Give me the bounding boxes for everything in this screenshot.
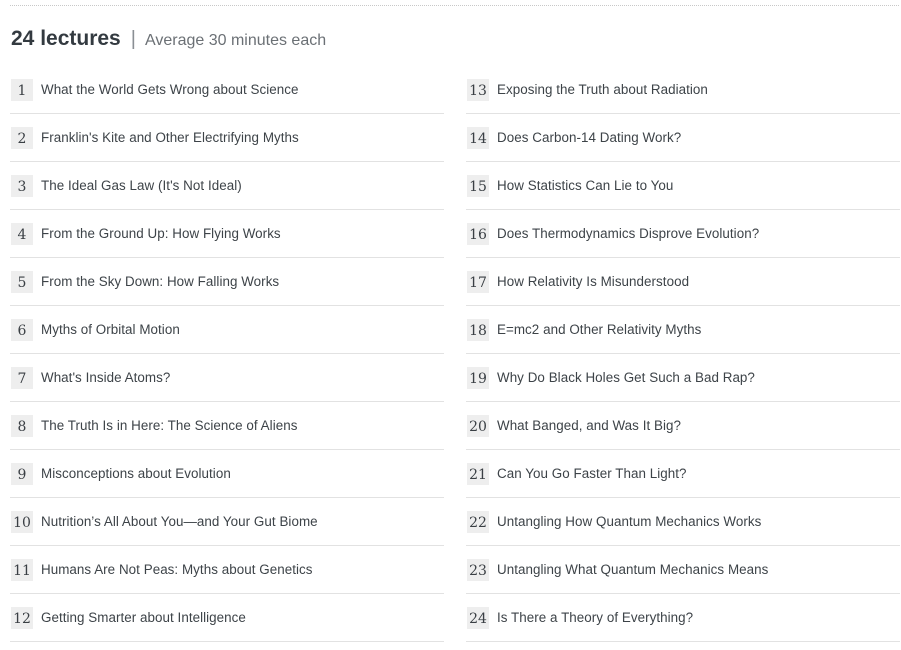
lecture-item[interactable]: 4 From the Ground Up: How Flying Works	[10, 210, 444, 258]
lecture-title[interactable]: What the World Gets Wrong about Science	[41, 82, 299, 97]
lecture-number: 8	[11, 414, 33, 437]
top-divider	[10, 5, 899, 6]
lecture-number: 22	[467, 510, 489, 533]
lecture-item[interactable]: 12 Getting Smarter about Intelligence	[10, 594, 444, 642]
course-summary-header: 24 lectures | Average 30 minutes each	[11, 27, 326, 55]
lecture-title[interactable]: From the Ground Up: How Flying Works	[41, 226, 281, 241]
lecture-title[interactable]: Why Do Black Holes Get Such a Bad Rap?	[497, 370, 755, 385]
lecture-title[interactable]: From the Sky Down: How Falling Works	[41, 274, 279, 289]
lecture-item[interactable]: 6 Myths of Orbital Motion	[10, 306, 444, 354]
lecture-title[interactable]: The Ideal Gas Law (It's Not Ideal)	[41, 178, 242, 193]
lecture-title[interactable]: How Relativity Is Misunderstood	[497, 274, 689, 289]
lecture-title[interactable]: Myths of Orbital Motion	[41, 322, 180, 337]
lecture-number: 13	[467, 78, 489, 101]
lecture-number: 14	[467, 126, 489, 149]
lecture-number: 19	[467, 366, 489, 389]
lecture-number: 23	[467, 558, 489, 581]
lecture-item[interactable]: 16 Does Thermodynamics Disprove Evolution…	[466, 210, 900, 258]
lecture-number: 12	[11, 606, 33, 629]
lecture-title[interactable]: Getting Smarter about Intelligence	[41, 610, 246, 625]
lecture-title[interactable]: Misconceptions about Evolution	[41, 466, 231, 481]
lecture-number: 17	[467, 270, 489, 293]
lecture-number: 5	[11, 270, 33, 293]
lecture-title[interactable]: Untangling What Quantum Mechanics Means	[497, 562, 768, 577]
lecture-item[interactable]: 15 How Statistics Can Lie to You	[466, 162, 900, 210]
lecture-item[interactable]: 19 Why Do Black Holes Get Such a Bad Rap?	[466, 354, 900, 402]
lecture-title[interactable]: Humans Are Not Peas: Myths about Genetic…	[41, 562, 312, 577]
lecture-title[interactable]: What Banged, and Was It Big?	[497, 418, 681, 433]
lecture-item[interactable]: 8 The Truth Is in Here: The Science of Al…	[10, 402, 444, 450]
lecture-title[interactable]: The Truth Is in Here: The Science of Ali…	[41, 418, 297, 433]
lecture-number: 20	[467, 414, 489, 437]
lecture-title[interactable]: Does Thermodynamics Disprove Evolution?	[497, 226, 759, 241]
lecture-number: 11	[11, 558, 33, 581]
lecture-item[interactable]: 18 E=mc2 and Other Relativity Myths	[466, 306, 900, 354]
lecture-item[interactable]: 22 Untangling How Quantum Mechanics Works	[466, 498, 900, 546]
lecture-title[interactable]: Nutrition’s All About You—and Your Gut B…	[41, 514, 318, 529]
lecture-number: 24	[467, 606, 489, 629]
lecture-number: 1	[11, 78, 33, 101]
lecture-title[interactable]: How Statistics Can Lie to You	[497, 178, 673, 193]
lecture-number: 4	[11, 222, 33, 245]
lecture-item[interactable]: 10 Nutrition’s All About You—and Your Gut…	[10, 498, 444, 546]
lecture-number: 6	[11, 318, 33, 341]
lecture-item[interactable]: 21 Can You Go Faster Than Light?	[466, 450, 900, 498]
lecture-item[interactable]: 3 The Ideal Gas Law (It's Not Ideal)	[10, 162, 444, 210]
lecture-number: 18	[467, 318, 489, 341]
lecture-number: 15	[467, 174, 489, 197]
lecture-number: 3	[11, 174, 33, 197]
lecture-title[interactable]: E=mc2 and Other Relativity Myths	[497, 322, 701, 337]
lecture-item[interactable]: 9 Misconceptions about Evolution	[10, 450, 444, 498]
header-separator: |	[130, 28, 136, 50]
lecture-item[interactable]: 1 What the World Gets Wrong about Science	[10, 66, 444, 114]
lecture-title[interactable]: Can You Go Faster Than Light?	[497, 466, 687, 481]
lecture-item[interactable]: 2 Franklin's Kite and Other Electrifying …	[10, 114, 444, 162]
lecture-title[interactable]: Franklin's Kite and Other Electrifying M…	[41, 130, 299, 145]
lecture-number: 7	[11, 366, 33, 389]
lecture-number: 21	[467, 462, 489, 485]
lecture-title[interactable]: Untangling How Quantum Mechanics Works	[497, 514, 761, 529]
lecture-list: 1 What the World Gets Wrong about Science…	[10, 66, 900, 642]
lecture-column-left: 1 What the World Gets Wrong about Science…	[10, 66, 444, 642]
lecture-item[interactable]: 7 What's Inside Atoms?	[10, 354, 444, 402]
lecture-number: 10	[11, 510, 33, 533]
lecture-column-right: 13 Exposing the Truth about Radiation 14 D…	[466, 66, 900, 642]
lecture-title[interactable]: Exposing the Truth about Radiation	[497, 82, 708, 97]
lecture-item[interactable]: 20 What Banged, and Was It Big?	[466, 402, 900, 450]
lecture-number: 9	[11, 462, 33, 485]
lecture-item[interactable]: 23 Untangling What Quantum Mechanics Mean…	[466, 546, 900, 594]
lecture-number: 16	[467, 222, 489, 245]
lecture-item[interactable]: 5 From the Sky Down: How Falling Works	[10, 258, 444, 306]
lecture-number: 2	[11, 126, 33, 149]
lecture-item[interactable]: 24 Is There a Theory of Everything?	[466, 594, 900, 642]
average-duration: Average 30 minutes each	[144, 32, 327, 49]
lecture-title[interactable]: Does Carbon-14 Dating Work?	[497, 130, 681, 145]
lecture-item[interactable]: 11 Humans Are Not Peas: Myths about Genet…	[10, 546, 444, 594]
lecture-item[interactable]: 14 Does Carbon-14 Dating Work?	[466, 114, 900, 162]
lecture-title[interactable]: Is There a Theory of Everything?	[497, 610, 693, 625]
lecture-count: 24 lectures	[11, 27, 121, 50]
lecture-item[interactable]: 13 Exposing the Truth about Radiation	[466, 66, 900, 114]
lecture-item[interactable]: 17 How Relativity Is Misunderstood	[466, 258, 900, 306]
lecture-title[interactable]: What's Inside Atoms?	[41, 370, 170, 385]
